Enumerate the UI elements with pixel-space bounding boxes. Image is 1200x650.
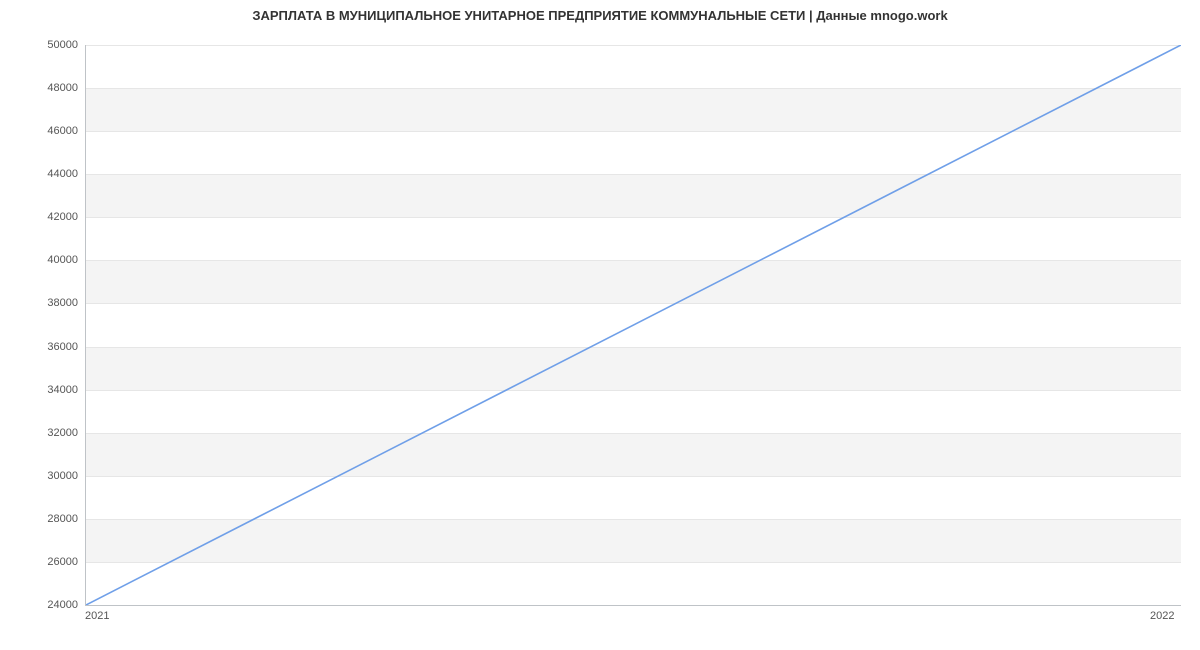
x-tick-label: 2022 (1150, 610, 1174, 622)
y-tick-label: 46000 (47, 125, 78, 137)
y-tick-label: 42000 (47, 211, 78, 223)
y-tick-label: 34000 (47, 384, 78, 396)
y-tick-label: 30000 (47, 470, 78, 482)
chart-title: ЗАРПЛАТА В МУНИЦИПАЛЬНОЕ УНИТАРНОЕ ПРЕДП… (0, 8, 1200, 23)
y-tick-label: 32000 (47, 427, 78, 439)
data-line (86, 45, 1181, 605)
y-tick-label: 50000 (47, 39, 78, 51)
y-tick-label: 44000 (47, 168, 78, 180)
y-tick-label: 28000 (47, 513, 78, 525)
y-tick-label: 48000 (47, 82, 78, 94)
plot-area (85, 45, 1181, 606)
y-tick-label: 36000 (47, 341, 78, 353)
y-tick-label: 24000 (47, 599, 78, 611)
series-line (86, 45, 1181, 605)
x-tick-label: 2021 (85, 610, 109, 622)
y-tick-label: 38000 (47, 297, 78, 309)
y-tick-label: 40000 (47, 254, 78, 266)
line-chart: ЗАРПЛАТА В МУНИЦИПАЛЬНОЕ УНИТАРНОЕ ПРЕДП… (0, 0, 1200, 650)
y-tick-label: 26000 (47, 556, 78, 568)
